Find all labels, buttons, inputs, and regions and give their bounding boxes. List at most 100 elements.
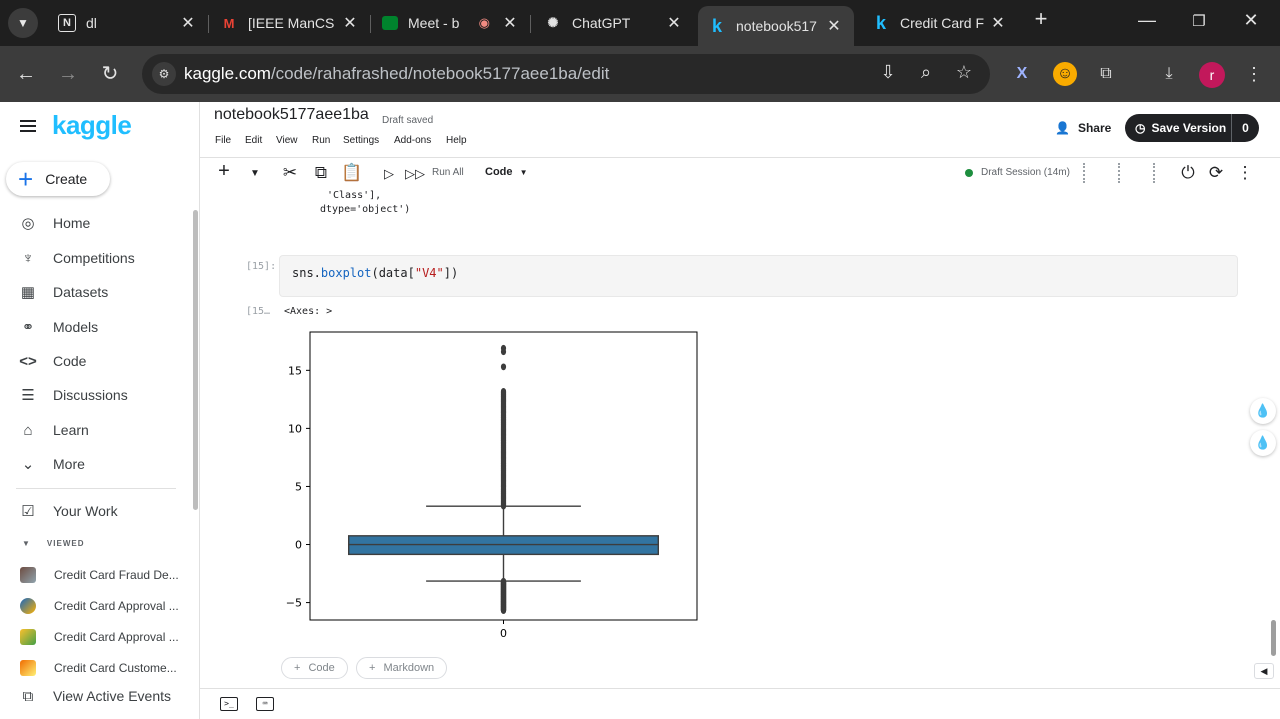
gpu-meter [1118,163,1124,183]
sidebar-item-view-active-events[interactable]: ⧉ View Active Events [0,679,196,713]
graduation-cap-icon: ⌂ [23,421,33,439]
run-cell-icon[interactable]: ▷ [378,166,400,182]
session-status[interactable]: Draft Session (14m) [965,167,1070,178]
reload-icon[interactable]: ↻ [98,62,122,86]
kaggle-assistant-icon[interactable]: 💧 [1250,398,1276,424]
menu-add-ons[interactable]: Add-ons [394,135,431,146]
run-all-icon[interactable]: ▷▷ [404,166,426,182]
restore-icon[interactable]: ❐ [1186,12,1212,30]
more-options-icon[interactable]: ⋮ [1234,163,1256,183]
menu-view[interactable]: View [276,135,298,146]
tab-gmail[interactable]: M [IEEE ManCS ✕ [210,6,370,40]
y-tick-label: 5 [295,480,302,493]
caret-down-icon: ▼ [519,168,528,177]
browser-menu-icon[interactable]: ⋮ [1242,62,1266,86]
menu-run[interactable]: Run [312,135,330,146]
close-tab-icon[interactable]: ✕ [988,13,1008,33]
sidebar-item-your-work[interactable]: ☑ Your Work [0,494,196,528]
paste-icon[interactable]: 📋 [341,163,363,183]
url-input[interactable]: ⚙ kaggle.com/code/rahafrashed/notebook51… [142,54,990,94]
discussion-icon: ☰ [21,387,35,404]
notebook-title[interactable]: notebook5177aee1ba [214,106,369,124]
extension-x-icon[interactable]: X [1010,62,1034,86]
tab-search-icon[interactable]: ▼ [8,8,38,38]
forward-icon[interactable]: → [56,62,80,86]
sidebar-item-discussions[interactable]: ☰ Discussions [0,378,196,412]
install-app-icon[interactable]: ⇩ [876,62,900,83]
outlier-point [500,344,507,352]
new-tab-icon[interactable]: + [1028,6,1054,32]
menu-edit[interactable]: Edit [245,135,262,146]
sidebar-divider [16,488,176,489]
profile-avatar[interactable]: r [1199,62,1225,88]
recent-item[interactable]: Credit Card Fraud De... [0,562,196,588]
close-tab-icon[interactable]: ✕ [500,13,520,33]
share-button[interactable]: 👤 Share [1055,121,1111,135]
sidebar-scrollbar[interactable] [193,210,198,510]
run-all-button[interactable]: Run All [432,167,464,178]
code-icon: <> [19,352,37,370]
tab-title: Credit Card F [900,15,985,31]
extensions-puzzle-icon[interactable]: ⧉ [1094,62,1118,86]
power-icon[interactable]: ⏻ [1177,163,1199,183]
close-tab-icon[interactable]: ✕ [340,13,360,33]
restart-icon[interactable]: ⟳ [1205,163,1227,183]
site-info-icon[interactable]: ⚙ [152,62,176,86]
url-text: kaggle.com/code/rahafrashed/notebook5177… [184,64,610,83]
close-window-icon[interactable]: ✕ [1238,10,1264,31]
kaggle-logo[interactable]: kaggle [52,110,132,141]
add-code-cell-button[interactable]: + Code [281,657,348,679]
minimize-icon[interactable]: — [1134,10,1160,31]
sidebar-item-code[interactable]: <> Code [0,344,196,378]
keyboard-shortcuts-icon[interactable]: ⌨ [256,697,274,711]
create-label: Create [45,171,88,187]
back-icon[interactable]: ← [14,62,38,86]
sidebar-item-home[interactable]: ◎ Home [0,206,196,240]
close-tab-icon[interactable]: ✕ [178,13,198,33]
add-cell-icon[interactable]: + [213,160,235,183]
add-markdown-cell-button[interactable]: + Markdown [356,657,448,679]
extension-emoji-icon[interactable]: ☺ [1053,62,1077,86]
menu-settings[interactable]: Settings [343,135,379,146]
downloads-icon[interactable]: ⤓ [1157,62,1181,86]
outlier-point [500,577,507,585]
tab-dl[interactable]: N dl ✕ [48,6,208,40]
zoom-icon[interactable]: ⌕ [914,62,938,83]
tab-credit-card[interactable]: k Credit Card F ✕ [862,6,1018,40]
notebook-scrollbar[interactable] [1271,620,1276,656]
tab-chatgpt[interactable]: ✺ ChatGPT ✕ [534,6,694,40]
output-text: <Axes: > [284,306,333,317]
recent-item[interactable]: Credit Card Approval ... [0,593,196,619]
menu-file[interactable]: File [215,135,231,146]
menu-help[interactable]: Help [446,135,467,146]
hamburger-menu-icon[interactable] [20,120,36,132]
sidebar-item-competitions[interactable]: ♆ Competitions [0,241,196,275]
tab-meet[interactable]: Meet - b ◉ ✕ [372,6,530,40]
plus-icon: + [294,662,301,674]
kaggle-assistant-icon[interactable]: 💧 [1250,430,1276,456]
sidebar-item-models[interactable]: ⚭ Models [0,310,196,344]
recent-item[interactable]: Credit Card Custome... [0,655,196,681]
close-tab-icon[interactable]: ✕ [664,13,684,33]
console-icon[interactable]: >_ [220,697,238,711]
sidebar-item-datasets[interactable]: ▦ Datasets [0,275,196,309]
add-cell-dropdown-icon[interactable]: ▼ [244,168,266,179]
kaggle-sidebar: kaggle + Create ◎ Home ♆ Competitions ▦ … [0,102,200,719]
save-version-button[interactable]: ◷ Save Version 0 [1125,114,1259,142]
viewed-section-toggle[interactable]: ▼ VIEWED [22,539,84,548]
collapse-panel-icon[interactable]: ◀ [1254,663,1274,679]
sidebar-item-learn[interactable]: ⌂ Learn [0,413,196,447]
cell-input-prompt: [15]: [246,261,277,272]
y-tick-label: −5 [286,597,302,610]
tab-notebook[interactable]: k notebook517 ✕ [698,6,854,46]
code-source[interactable]: sns.boxplot(data["V4"]) [292,266,458,280]
sidebar-item-more[interactable]: ⌄ More [0,447,196,481]
bookmark-star-icon[interactable]: ☆ [952,62,976,83]
cut-icon[interactable]: ✂ [279,163,301,183]
code-cell[interactable]: sns.boxplot(data["V4"]) [279,255,1238,297]
recent-item[interactable]: Credit Card Approval ... [0,624,196,650]
create-button[interactable]: + Create [6,162,110,196]
cell-type-select[interactable]: Code ▼ [485,166,527,178]
close-tab-icon[interactable]: ✕ [824,16,844,36]
copy-icon[interactable]: ⧉ [310,163,332,183]
